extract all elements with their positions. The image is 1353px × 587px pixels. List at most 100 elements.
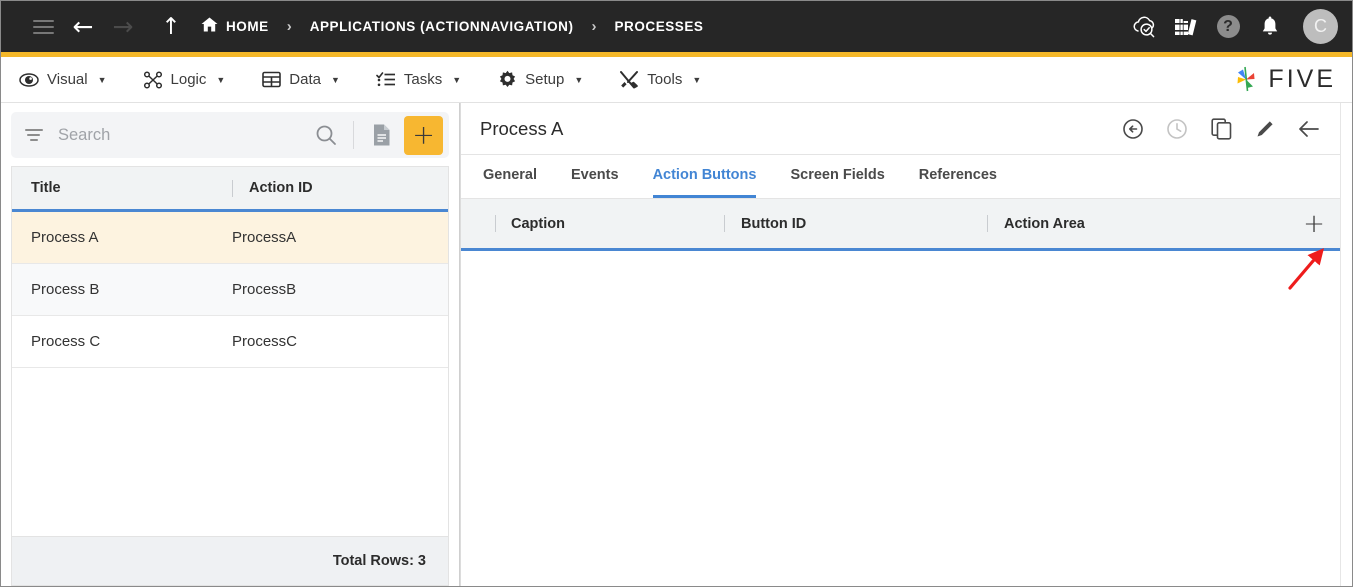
list-grid-header: Title Action ID [12,167,448,212]
list-grid: Title Action ID Process A ProcessA Proce… [11,166,449,536]
column-label-caption: Caption [511,216,565,232]
breadcrumb-label-applications: APPLICATIONS (ACTIONNAVIGATION) [310,19,574,34]
column-divider [724,215,725,232]
chevron-right-icon: › [287,18,292,35]
back-arrow-icon[interactable] [1296,116,1322,142]
breadcrumb-item-processes[interactable]: PROCESSES [615,19,704,34]
page-title: Process A [480,118,1120,140]
column-header-action-area[interactable]: Action Area [987,215,1288,232]
cell-action-id: ProcessA [232,229,448,246]
search-icon[interactable] [309,124,343,146]
menu-item-setup[interactable]: Setup ▼ [497,70,583,90]
breadcrumb-item-home[interactable]: HOME [201,17,269,36]
gear-icon [497,70,517,90]
top-nav-left: ← → ↑ HOME › APPLICATIONS (ACTIONNAVIGAT… [23,7,1129,47]
add-record-button[interactable]: + [404,116,443,155]
avatar[interactable]: C [1303,9,1338,44]
eye-icon [19,70,39,90]
breadcrumb-label-processes: PROCESSES [615,19,704,34]
detail-header: Process A [461,103,1340,155]
chevron-down-icon: ▼ [452,75,461,85]
column-divider [495,215,496,232]
cloud-check-icon[interactable] [1129,12,1159,42]
chevron-right-icon-2: › [592,18,597,35]
main-menu-bar: Visual ▼ Logic ▼ [1,57,1352,103]
tab-label-action-buttons: Action Buttons [653,167,757,183]
bell-icon[interactable] [1255,12,1285,42]
edit-pencil-icon[interactable] [1252,116,1278,142]
list-footer: Total Rows: 3 [11,536,449,586]
menu-item-data[interactable]: Data ▼ [261,70,340,90]
cell-title: Process C [12,333,232,350]
divider [353,121,354,149]
arrow-left-icon[interactable]: ← [63,7,103,47]
column-header-title[interactable]: Title [12,180,232,196]
tab-label-events: Events [571,167,619,183]
cell-action-id: ProcessC [232,333,448,350]
action-buttons-grid-body [461,251,1340,586]
table-row[interactable]: Process A ProcessA [12,212,448,264]
tab-general[interactable]: General [483,155,537,198]
column-label-button-id: Button ID [741,216,806,232]
cell-action-id: ProcessB [232,281,448,298]
menu-item-logic[interactable]: Logic ▼ [143,70,226,90]
action-buttons-grid-header: Caption Button ID Action Area + [461,199,1340,251]
filter-icon[interactable] [25,129,45,141]
main-body: + Title Action ID Process A Proce [1,103,1352,586]
history-clock-icon[interactable] [1164,116,1190,142]
five-pinwheel-icon [1231,66,1261,94]
list-panel: + Title Action ID Process A Proce [1,103,460,586]
menu-item-visual[interactable]: Visual ▼ [19,70,107,90]
document-icon[interactable] [364,123,398,147]
breadcrumb-item-applications[interactable]: APPLICATIONS (ACTIONNAVIGATION) [310,19,574,34]
vertical-scrollbar[interactable] [1340,103,1352,586]
cell-title: Process A [12,229,232,246]
grid-icon [261,70,281,90]
chevron-down-icon: ▼ [216,75,225,85]
books-icon[interactable] [1171,12,1201,42]
menu-label-logic: Logic [171,71,207,88]
column-header-caption[interactable]: Caption [461,216,724,232]
help-icon[interactable]: ? [1213,12,1243,42]
chevron-down-icon: ▼ [692,75,701,85]
column-header-button-id[interactable]: Button ID [724,215,987,232]
breadcrumb: HOME › APPLICATIONS (ACTIONNAVIGATION) ›… [201,17,703,36]
search-input[interactable] [58,126,309,145]
duplicate-icon[interactable] [1208,116,1234,142]
tools-icon [619,70,639,90]
tab-label-general: General [483,167,537,183]
menu-label-data: Data [289,71,321,88]
menu-item-tasks[interactable]: Tasks ▼ [376,70,461,90]
menu-item-tools[interactable]: Tools ▼ [619,70,701,90]
detail-header-actions [1120,116,1322,142]
brand-logo: FIVE [1231,65,1336,94]
table-row[interactable]: Process B ProcessB [12,264,448,316]
tab-label-references: References [919,167,997,183]
breadcrumb-label-home: HOME [226,19,269,34]
menu-label-tools: Tools [647,71,682,88]
tab-events[interactable]: Events [571,155,619,198]
menu-label-visual: Visual [47,71,88,88]
add-action-button[interactable]: + [1288,209,1340,239]
total-rows-label: Total Rows: 3 [333,553,426,569]
arrow-up-icon[interactable]: ↑ [151,7,191,47]
tab-action-buttons[interactable]: Action Buttons [653,155,757,198]
help-glyph: ? [1217,15,1240,38]
menu-label-tasks: Tasks [404,71,442,88]
detail-tabs: General Events Action Buttons Screen Fie… [461,155,1340,199]
hamburger-menu-icon[interactable] [23,7,63,47]
column-header-action-id[interactable]: Action ID [232,180,448,197]
table-row[interactable]: Process C ProcessC [12,316,448,368]
tab-screen-fields[interactable]: Screen Fields [790,155,884,198]
detail-panel: Process A [460,103,1340,586]
brand-name: FIVE [1268,65,1336,94]
home-icon [201,17,218,36]
tab-label-screen-fields: Screen Fields [790,167,884,183]
arrow-right-icon[interactable]: → [103,7,143,47]
cell-title: Process B [12,281,232,298]
search-area: + [1,103,459,166]
list-grid-body: Process A ProcessA Process B ProcessB Pr… [12,212,448,536]
top-navigation-bar: ← → ↑ HOME › APPLICATIONS (ACTIONNAVIGAT… [1,1,1352,52]
tab-references[interactable]: References [919,155,997,198]
undo-circle-icon[interactable] [1120,116,1146,142]
